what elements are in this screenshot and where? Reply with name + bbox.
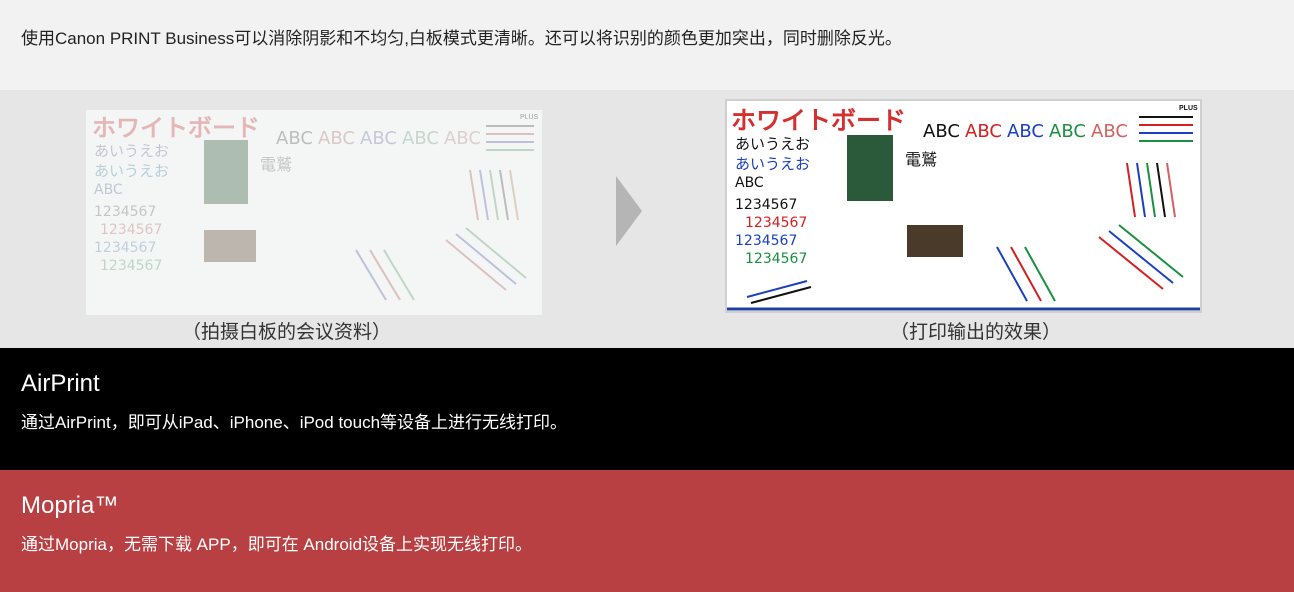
whiteboard-kana-2-before: あいうえお — [94, 162, 169, 180]
whiteboard-abc-before: ABC — [94, 182, 123, 198]
whiteboard-letters-before-2: ABC — [318, 128, 355, 149]
whiteboard-letters-after-3: ABC — [1007, 121, 1044, 142]
whiteboard-print-after: ホワイトボード PLUS あいうえお あいうえお ABC 1234567 123… — [725, 99, 1202, 313]
whiteboard-abc-after: ABC — [735, 175, 764, 191]
whiteboard-kanji-after: 電鷲 — [905, 150, 937, 169]
whiteboard-kana-before: あいうえお — [94, 142, 169, 160]
mopria-title: Mopria™ — [21, 492, 119, 519]
airprint-section: AirPrint 通过AirPrint，即可从iPad、iPhone、iPod … — [0, 348, 1294, 470]
intro-text: 使用Canon PRINT Business可以消除阴影和不均匀,白板模式更清晰… — [21, 29, 902, 48]
whiteboard-letters-before-5: ABC — [444, 128, 481, 149]
whiteboard-brand-after: PLUS — [1179, 105, 1198, 112]
whiteboard-letters-after-2: ABC — [965, 121, 1002, 142]
airprint-description: 通过AirPrint，即可从iPad、iPhone、iPod touch等设备上… — [21, 413, 568, 432]
caption-before: （拍摄白板的会议资料） — [182, 321, 392, 343]
mopria-description: 通过Mopria，无需下载 APP，即可在 Android设备上实现无线打印。 — [21, 535, 533, 554]
whiteboard-kanji-before: 電鷲 — [260, 155, 292, 174]
whiteboard-title-after: ホワイトボード — [731, 106, 906, 135]
chevron-right-icon — [616, 176, 642, 246]
whiteboard-letters-before-4: ABC — [402, 128, 439, 149]
whiteboard-digits-before-3: 1234567 — [94, 240, 156, 256]
caption-after: （打印输出的效果） — [890, 321, 1062, 343]
whiteboard-digits-before-2: 1234567 — [100, 222, 162, 238]
whiteboard-title-before: ホワイトボード — [92, 114, 260, 142]
whiteboard-digits-before-1: 1234567 — [94, 204, 156, 220]
comparison-section: ホワイトボード PLUS あいうえお あいうえお ABC 1234567 123… — [0, 90, 1294, 348]
whiteboard-letters-before-1: ABC — [276, 128, 313, 149]
whiteboard-digits-before-4: 1234567 — [100, 258, 162, 274]
whiteboard-digits-after-2: 1234567 — [745, 215, 807, 231]
mopria-section: Mopria™ 通过Mopria，无需下载 APP，即可在 Android设备上… — [0, 470, 1294, 592]
whiteboard-letters-after-4: ABC — [1049, 121, 1086, 142]
whiteboard-letters-before-3: ABC — [360, 128, 397, 149]
whiteboard-brand-before: PLUS — [520, 114, 539, 121]
whiteboard-digits-after-4: 1234567 — [745, 251, 807, 267]
intro-section: 使用Canon PRINT Business可以消除阴影和不均匀,白板模式更清晰… — [0, 0, 1294, 90]
whiteboard-digits-after-3: 1234567 — [735, 233, 797, 249]
airprint-title: AirPrint — [21, 370, 100, 397]
whiteboard-letters-after-5: ABC — [1091, 121, 1128, 142]
whiteboard-letters-after-1: ABC — [923, 121, 960, 142]
whiteboard-digits-after-1: 1234567 — [735, 197, 797, 213]
whiteboard-kana-after: あいうえお — [735, 135, 810, 153]
whiteboard-kana-2-after: あいうえお — [735, 155, 810, 173]
whiteboard-photo-before: ホワイトボード PLUS あいうえお あいうえお ABC 1234567 123… — [86, 110, 542, 315]
